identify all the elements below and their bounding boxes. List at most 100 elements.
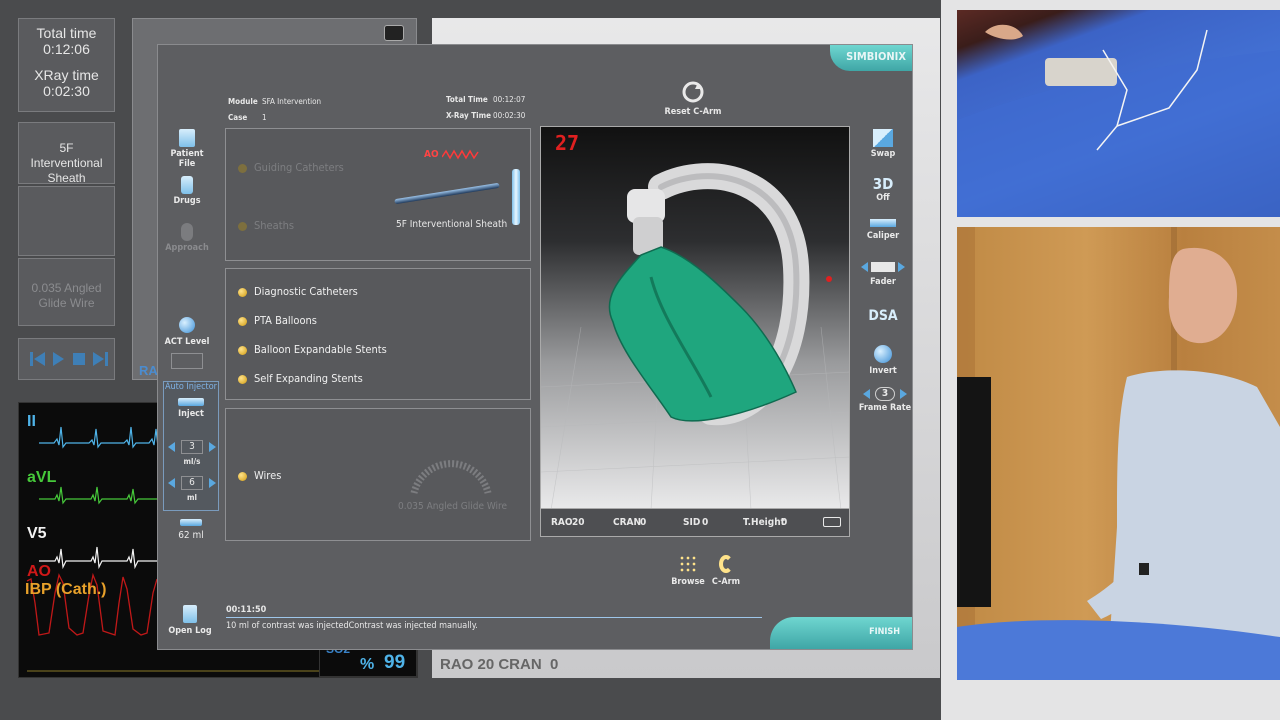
diagnostic-catheters-label: Diagnostic Catheters: [254, 285, 358, 298]
menu-self-expanding-stents[interactable]: Self Expanding Stents: [238, 364, 387, 393]
total-time-value: 0:12:06: [43, 41, 90, 57]
carm-button[interactable]: C-Arm: [708, 555, 744, 587]
open-log-label: Open Log: [168, 626, 212, 636]
ao-waveform-icon: [442, 149, 479, 160]
cran-label: CRAN: [613, 517, 642, 528]
approach-label: Approach: [165, 243, 209, 253]
trace-ii-label: II: [27, 413, 36, 430]
wire-arc-icon: [410, 460, 492, 494]
fader-control[interactable]: Fader: [858, 261, 908, 287]
swap-label: Swap: [870, 149, 896, 159]
reset-icon: [682, 81, 704, 103]
frame-rate-increase-icon[interactable]: [900, 389, 907, 399]
menu-wires[interactable]: Wires: [238, 461, 281, 490]
total-time-header-value: 00:12:07: [493, 95, 526, 104]
log-time: 00:11:50: [226, 605, 267, 615]
xray-time-value: 0:02:30: [43, 83, 90, 99]
three-d-state: Off: [876, 193, 890, 203]
rate-decrease-icon[interactable]: [168, 442, 175, 452]
device-primary-label: 5F Interventional Sheath: [30, 141, 103, 185]
patient-file-button[interactable]: Patient File: [162, 129, 212, 169]
fader-slider[interactable]: [861, 261, 905, 273]
reset-carm-button[interactable]: Reset C-Arm: [662, 81, 724, 123]
bullet-icon: [238, 221, 247, 231]
rate-stepper[interactable]: 3: [168, 440, 216, 454]
three-d-toggle[interactable]: 3D Off: [858, 175, 908, 203]
trace-avl-line: [39, 486, 159, 505]
bullet-icon: [238, 471, 247, 481]
menu-diagnostic-catheters[interactable]: Diagnostic Catheters: [238, 277, 387, 306]
ibp-label: IBP (Cath.): [25, 581, 107, 598]
device-unit-shape: [1045, 58, 1117, 86]
inject-label: Inject: [178, 409, 204, 419]
frame-rate-stepper[interactable]: 3: [863, 387, 907, 401]
inject-button[interactable]: Inject: [164, 398, 218, 419]
invert-icon: [874, 345, 892, 363]
fader-right-icon[interactable]: [898, 262, 905, 272]
log-icon: [183, 605, 197, 623]
brand-tab: SIMBIONIX: [830, 45, 912, 71]
module-value: SFA Intervention: [262, 97, 322, 106]
play-icon[interactable]: [53, 352, 64, 366]
frame-rate-decrease-icon[interactable]: [863, 389, 870, 399]
fader-left-icon[interactable]: [861, 262, 868, 272]
device-secondary-label: 0.035 Angled Glide Wire: [31, 281, 102, 310]
selected-sheath-label: 5F Interventional Sheath: [396, 219, 508, 230]
drugs-button[interactable]: Drugs: [162, 176, 212, 206]
approach-button[interactable]: Approach: [162, 223, 212, 253]
c-arm-viewport[interactable]: 27: [540, 126, 850, 509]
camera-top-scene: [957, 24, 1280, 217]
act-level-button[interactable]: ACT Level: [162, 317, 212, 369]
volume-increase-icon[interactable]: [209, 478, 216, 488]
xray-time-label: XRay time: [34, 67, 99, 83]
dsa-button[interactable]: DSA: [858, 308, 908, 324]
syringe-icon: [178, 398, 204, 406]
total-time-header-label: Total Time: [446, 95, 488, 104]
volume-value: 6: [181, 476, 203, 490]
sheath-device-graphic: [394, 182, 500, 205]
trace-v5-label: V5: [27, 525, 47, 542]
bullet-icon: [238, 374, 247, 384]
patient-drape: [608, 246, 797, 422]
ao-label: AO: [424, 149, 439, 160]
finish-button[interactable]: FINISH: [770, 617, 912, 649]
vial-icon: [181, 176, 193, 194]
menu-guiding-catheters[interactable]: Guiding Catheters: [238, 153, 344, 182]
playback-svg: [30, 352, 108, 366]
swap-button[interactable]: Swap: [858, 129, 908, 159]
menu-sheaths[interactable]: Sheaths: [238, 211, 294, 240]
total-volume-readout: 62 ml: [164, 519, 218, 541]
trace-ii-line: [39, 426, 160, 449]
skip-forward-icon[interactable]: [93, 352, 108, 366]
stop-icon[interactable]: [73, 353, 85, 365]
xray-time-header-label: X-Ray Time: [446, 111, 491, 120]
sheath-device-icon: [512, 169, 520, 225]
menu-balloon-expandable-stents[interactable]: Balloon Expandable Stents: [238, 335, 387, 364]
invert-button[interactable]: Invert: [858, 345, 908, 376]
spo2-unit: %: [360, 656, 375, 673]
patient-file-label: Patient File: [170, 149, 204, 169]
skip-back-icon[interactable]: [30, 352, 45, 366]
volume-decrease-icon[interactable]: [168, 478, 175, 488]
total-time-label: Total time: [36, 25, 97, 41]
carm-icon: [719, 555, 733, 573]
auto-injector-panel: Auto Injector Inject 3 ml/s 6 ml: [163, 381, 219, 511]
rao-value: 20: [572, 517, 585, 528]
sheaths-label: Sheaths: [254, 219, 295, 232]
folder-icon: [179, 129, 195, 147]
caliper-icon: [870, 219, 896, 227]
bullet-icon: [238, 316, 247, 326]
auto-injector-label: Auto Injector: [164, 382, 218, 392]
volume-stepper[interactable]: 6: [168, 476, 216, 490]
open-log-button[interactable]: Open Log: [164, 605, 216, 636]
section-catheters-balloons-stents: Diagnostic Catheters PTA Balloons Balloo…: [225, 268, 531, 400]
carm-label: C-Arm: [711, 577, 741, 587]
rate-increase-icon[interactable]: [209, 442, 216, 452]
browse-button[interactable]: Browse: [670, 555, 706, 587]
frame-rate-control[interactable]: 3 Frame Rate: [858, 387, 912, 413]
cran-value: 0: [640, 517, 647, 528]
caliper-button[interactable]: Caliper: [858, 219, 908, 241]
dsa-label: DSA: [868, 308, 898, 324]
menu-pta-balloons[interactable]: PTA Balloons: [238, 306, 387, 335]
volume-unit: ml: [187, 493, 197, 502]
